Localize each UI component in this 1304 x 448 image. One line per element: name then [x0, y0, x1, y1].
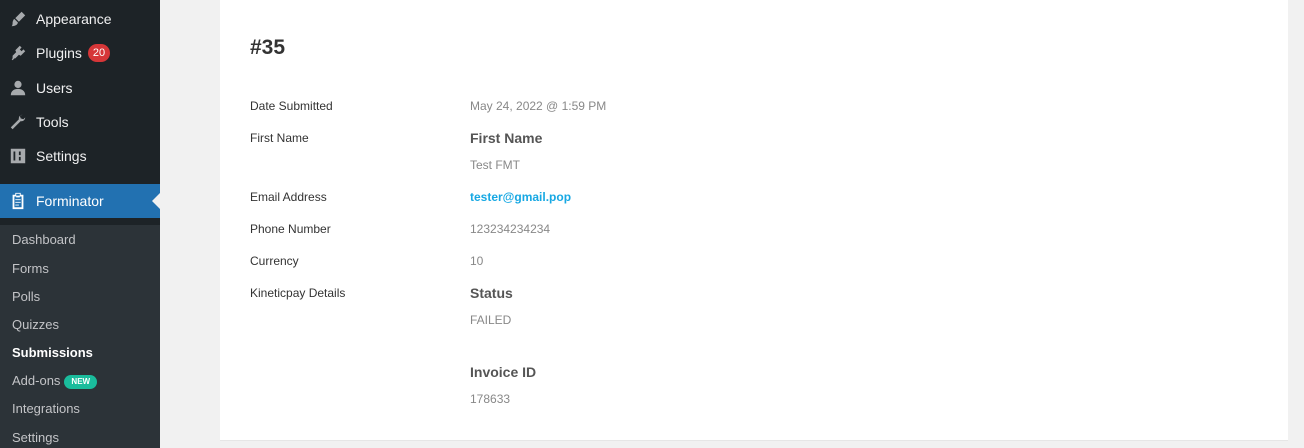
- field-value-status: FAILED: [470, 313, 512, 327]
- menu-item-users[interactable]: Users: [0, 71, 160, 105]
- submenu-submissions[interactable]: Submissions: [12, 345, 93, 360]
- menu-label: Settings: [36, 148, 87, 164]
- menu-label: Plugins: [36, 45, 82, 61]
- submenu-addons[interactable]: Add-ons NEW: [12, 373, 98, 389]
- field-label-date: Date Submitted: [250, 99, 333, 113]
- paintbrush-icon: [0, 10, 36, 28]
- menu-item-appearance[interactable]: Appearance: [0, 2, 160, 36]
- email-link[interactable]: tester@gmail.pop: [470, 190, 571, 204]
- entry-title: #35: [250, 36, 286, 59]
- field-value-first-name: Test FMT: [470, 158, 520, 172]
- current-arrow: [152, 193, 160, 209]
- settings-icon: [0, 147, 36, 165]
- field-label-phone: Phone Number: [250, 222, 331, 236]
- field-value-date: May 24, 2022 @ 1:59 PM: [470, 99, 607, 113]
- menu-item-settings[interactable]: Settings: [0, 139, 160, 173]
- field-subtitle-invoice: Invoice ID: [470, 364, 537, 380]
- menu-item-tools[interactable]: Tools: [0, 105, 160, 139]
- update-count-badge: 20: [87, 44, 111, 62]
- submenu-polls[interactable]: Polls: [12, 289, 40, 304]
- field-value-invoice: 178633: [470, 392, 511, 406]
- field-value-currency: 10: [470, 254, 484, 268]
- menu-item-forminator[interactable]: Forminator: [0, 184, 160, 218]
- menu-label: Appearance: [36, 11, 112, 27]
- field-label-email: Email Address: [250, 190, 327, 204]
- wrench-icon: [0, 113, 36, 131]
- submenu-integrations[interactable]: Integrations: [12, 401, 80, 416]
- new-badge: NEW: [64, 375, 98, 389]
- field-label-currency: Currency: [250, 254, 299, 268]
- admin-sidebar: Appearance Plugins 20 Users Tools Settin…: [0, 0, 160, 448]
- menu-item-plugins[interactable]: Plugins 20: [0, 36, 160, 70]
- menu-label: Users: [36, 80, 73, 96]
- field-subtitle-status: Status: [470, 285, 513, 301]
- clipboard-icon: [0, 192, 36, 210]
- menu-label: Forminator: [36, 193, 104, 209]
- submission-detail-card: #35 Date Submitted May 24, 2022 @ 1:59 P…: [220, 0, 1288, 441]
- user-icon: [0, 79, 36, 97]
- menu-label: Tools: [36, 114, 69, 130]
- forminator-submenu: Dashboard Forms Polls Quizzes Submission…: [0, 225, 160, 448]
- field-label-first-name: First Name: [250, 131, 309, 145]
- field-subtitle-first-name: First Name: [470, 130, 543, 146]
- submenu-forms[interactable]: Forms: [12, 261, 49, 276]
- plugin-icon: [0, 44, 36, 62]
- field-value-phone: 123234234234: [470, 222, 551, 236]
- submenu-settings[interactable]: Settings: [12, 430, 59, 445]
- field-label-kineticpay: Kineticpay Details: [250, 286, 346, 300]
- submenu-dashboard[interactable]: Dashboard: [12, 232, 76, 247]
- submenu-quizzes[interactable]: Quizzes: [12, 317, 59, 332]
